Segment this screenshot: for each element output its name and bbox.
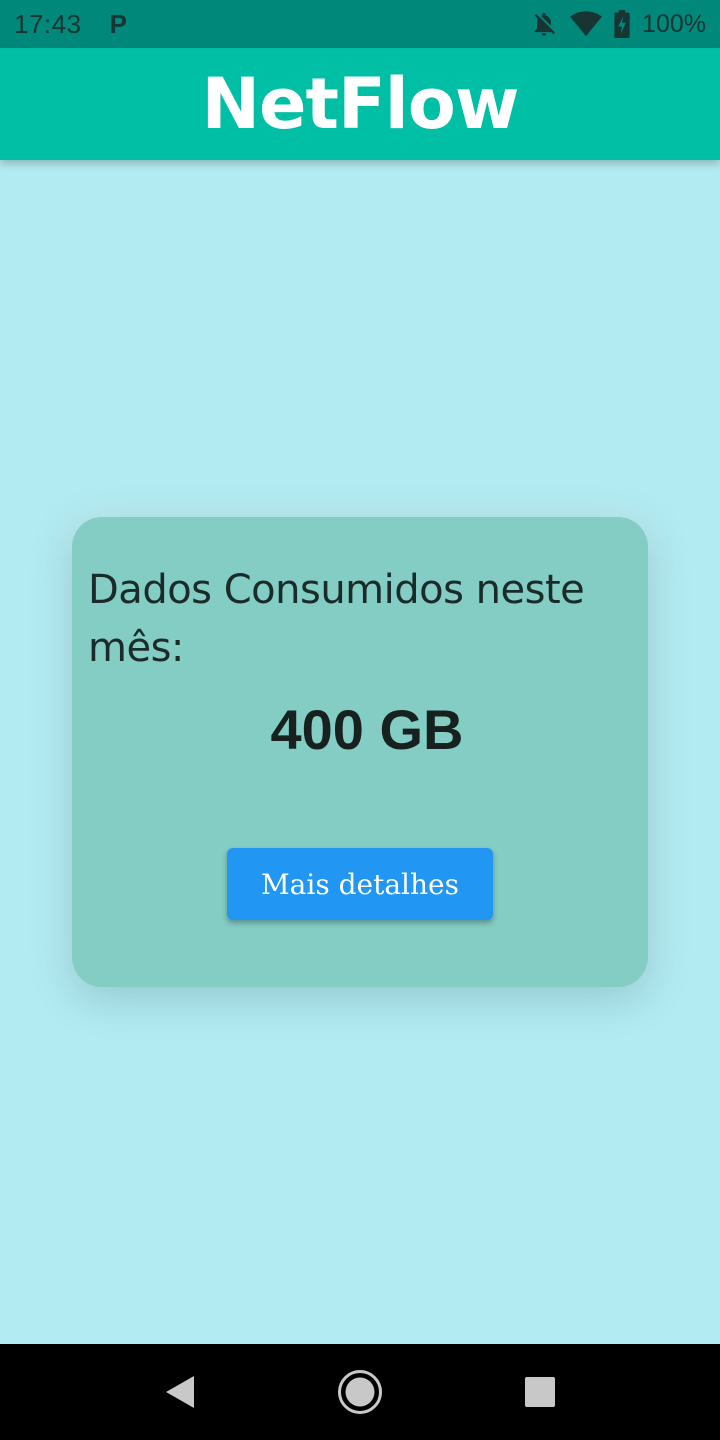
data-usage-card: Dados Consumidos neste mês: 400 GB Mais … (72, 517, 648, 987)
navigation-bar (0, 1344, 720, 1440)
app-screen: 17:43 P 100% NetFlow Dados Consumidos ne… (0, 0, 720, 1440)
wifi-icon (570, 10, 603, 38)
battery-charging-icon (614, 10, 630, 38)
notifications-off-icon (530, 10, 558, 38)
data-usage-label: Dados Consumidos neste mês: (88, 567, 585, 671)
data-usage-value: 400 GB (270, 698, 464, 761)
status-time: 17:43 (14, 8, 82, 39)
battery-percent: 100% (642, 9, 706, 38)
more-details-button[interactable]: Mais detalhes (227, 848, 493, 920)
parking-notification-icon: P (109, 8, 127, 39)
status-icons: 100% (530, 10, 706, 39)
back-icon[interactable] (131, 1344, 227, 1440)
app-bar: NetFlow (0, 48, 720, 160)
recents-icon[interactable] (492, 1344, 588, 1440)
status-bar: 17:43 P 100% (0, 0, 720, 48)
home-icon[interactable] (312, 1344, 408, 1440)
app-title: NetFlow (201, 63, 519, 145)
